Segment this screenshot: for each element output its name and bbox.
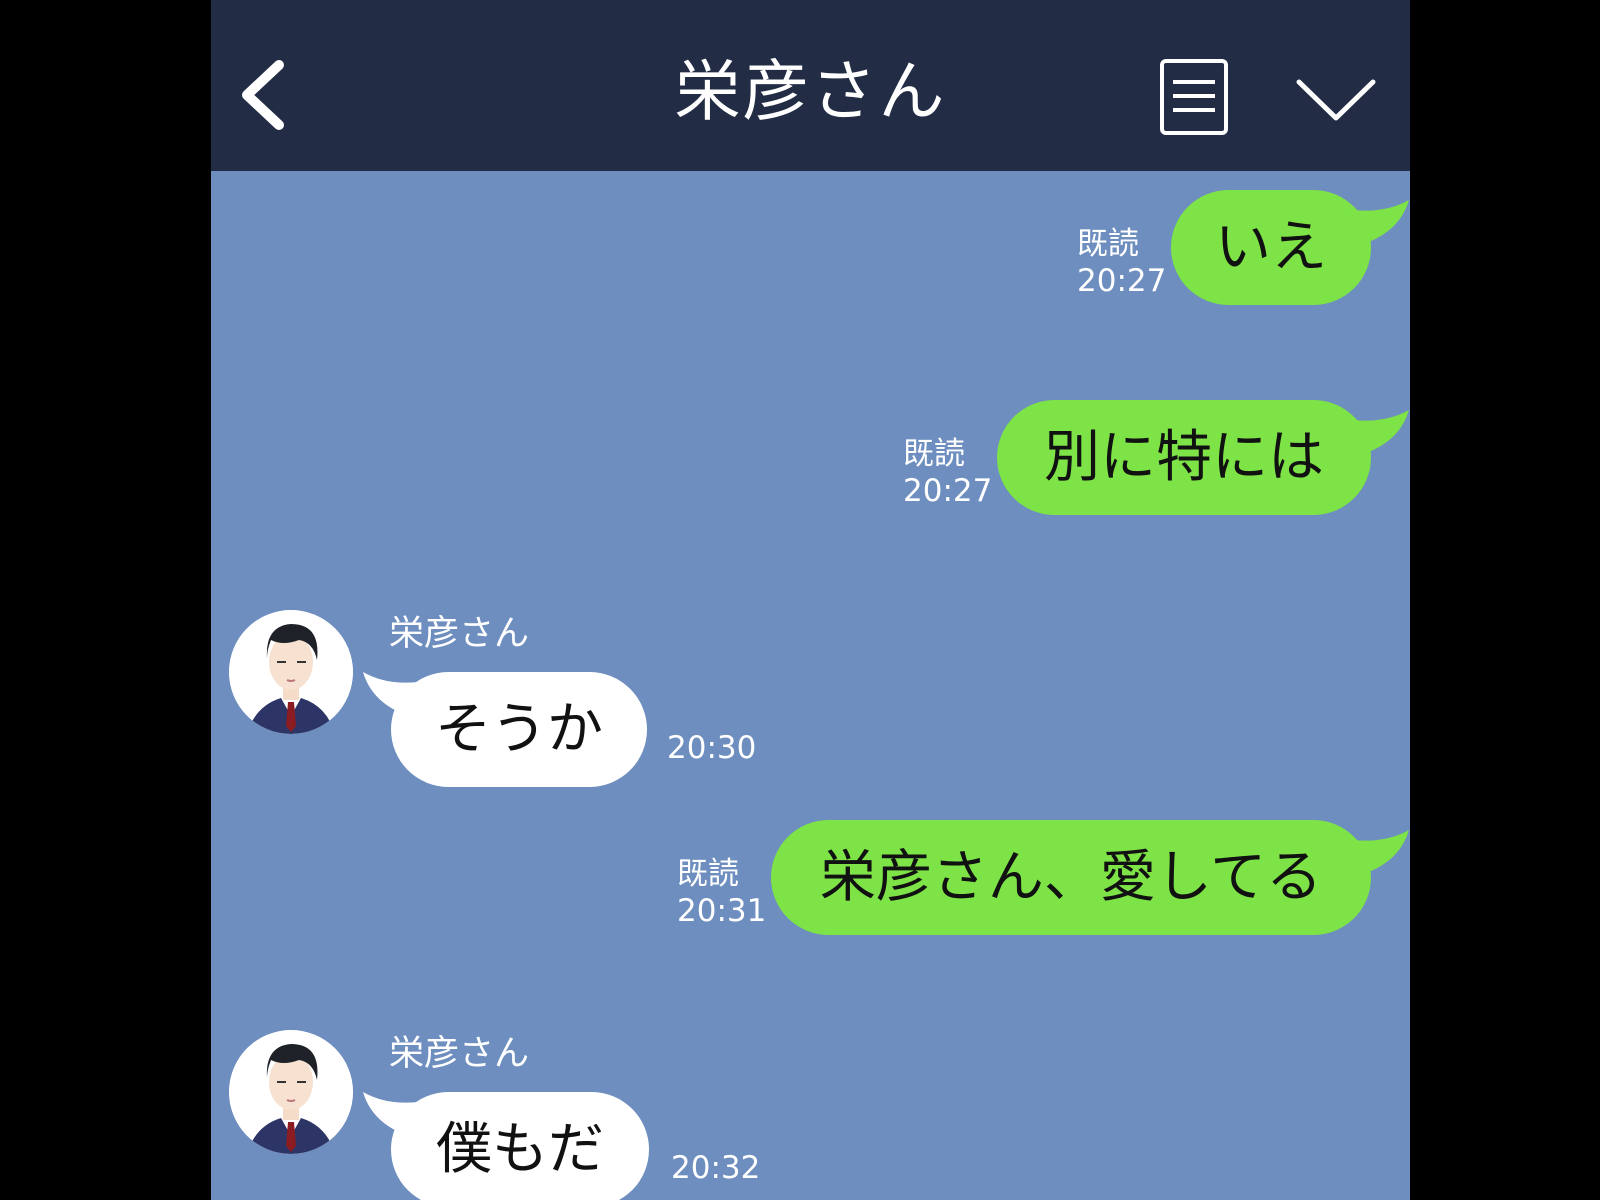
- person-avatar-icon: [229, 610, 353, 734]
- read-receipt: 既読 20:27: [1077, 226, 1166, 300]
- read-label: 既読: [903, 436, 965, 472]
- sent-message-bubble[interactable]: 栄彦さん、愛してる: [771, 820, 1371, 935]
- bubble-tail: [1341, 410, 1409, 456]
- dropdown-button[interactable]: [1293, 70, 1379, 130]
- message-time: 20:31: [677, 893, 767, 929]
- chat-screen: 栄彦さん 既読 20:27 いえ 既読 20:27 別に特には 栄彦さん そうか…: [211, 0, 1410, 1200]
- read-receipt: 既読 20:31: [677, 856, 766, 930]
- sender-name: 栄彦さん: [389, 614, 530, 654]
- message-text: 別に特には: [1044, 425, 1324, 490]
- read-receipt: 既読 20:27: [903, 436, 992, 510]
- menu-button[interactable]: [1159, 58, 1229, 138]
- menu-list-icon: [1160, 59, 1228, 135]
- message-time: 20:32: [671, 1150, 761, 1186]
- chat-header: 栄彦さん: [211, 0, 1410, 171]
- read-label: 既読: [1077, 226, 1139, 262]
- message-text: 栄彦さん、愛してる: [819, 845, 1323, 910]
- message-time: 20:27: [903, 473, 993, 509]
- received-message-bubble[interactable]: 僕もだ: [391, 1092, 649, 1200]
- chat-title: 栄彦さん: [674, 53, 947, 130]
- sent-message-bubble[interactable]: 別に特には: [997, 400, 1371, 515]
- sender-name: 栄彦さん: [389, 1034, 530, 1074]
- message-time: 20:30: [667, 730, 757, 766]
- message-text: そうか: [435, 697, 603, 762]
- bubble-tail: [1341, 830, 1409, 876]
- message-text: いえ: [1215, 215, 1327, 280]
- avatar[interactable]: [229, 1030, 353, 1154]
- bubble-tail: [1341, 200, 1409, 246]
- avatar[interactable]: [229, 610, 353, 734]
- message-time: 20:27: [1077, 263, 1167, 299]
- person-avatar-icon: [229, 1030, 353, 1154]
- message-text: 僕もだ: [436, 1117, 604, 1182]
- received-message-bubble[interactable]: そうか: [391, 672, 647, 787]
- read-label: 既読: [677, 856, 739, 892]
- chevron-down-icon: [1296, 79, 1376, 121]
